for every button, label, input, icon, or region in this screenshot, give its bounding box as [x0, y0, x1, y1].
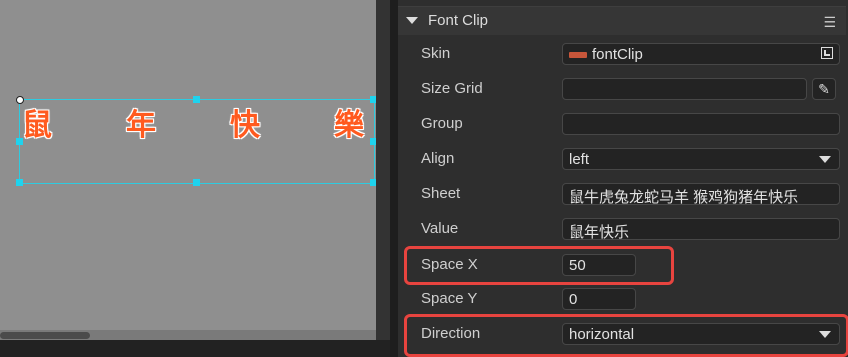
- direction-label: Direction: [421, 325, 481, 342]
- sheet-input[interactable]: 鼠牛虎兔龙蛇马羊 猴鸡狗猪年快乐: [562, 183, 840, 205]
- resize-handle-top[interactable]: [193, 96, 200, 103]
- pivot-point[interactable]: [16, 96, 24, 104]
- direction-dropdown[interactable]: horizontal: [562, 323, 840, 345]
- section-title: Font Clip: [428, 12, 489, 29]
- resize-handle-bottom-left[interactable]: [16, 179, 23, 186]
- selection-box[interactable]: [19, 99, 375, 184]
- skin-value: fontClip: [592, 46, 643, 63]
- size-grid-input[interactable]: [562, 78, 807, 100]
- resize-handle-bottom[interactable]: [193, 179, 200, 186]
- space-y-label: Space Y: [421, 290, 478, 307]
- space-x-input[interactable]: 50: [562, 254, 636, 276]
- value-input[interactable]: 鼠年快乐: [562, 218, 840, 240]
- skin-field[interactable]: fontClip: [562, 43, 840, 65]
- value-label: Value: [421, 220, 459, 237]
- group-input[interactable]: [562, 113, 840, 135]
- menu-icon[interactable]: ☰: [823, 14, 836, 31]
- space-x-label: Space X: [421, 256, 478, 273]
- canvas-footer: [0, 340, 390, 357]
- sheet-label: Sheet: [421, 185, 461, 202]
- align-value: left: [569, 151, 590, 168]
- image-thumbnail-icon: [569, 52, 587, 59]
- design-canvas[interactable]: 鼠 年 快 樂: [0, 0, 377, 340]
- chevron-down-icon: [819, 331, 831, 338]
- brush-icon[interactable]: ✎: [812, 78, 836, 100]
- pick-resource-icon[interactable]: [821, 47, 833, 59]
- group-label: Group: [421, 115, 463, 132]
- skin-label: Skin: [421, 45, 451, 62]
- collapse-triangle-icon[interactable]: [406, 17, 418, 24]
- space-y-input[interactable]: 0: [562, 288, 636, 310]
- size-grid-label: Size Grid: [421, 80, 483, 97]
- chevron-down-icon: [819, 156, 831, 163]
- direction-value: horizontal: [569, 326, 635, 343]
- resize-handle-left[interactable]: [16, 138, 23, 145]
- align-label: Align: [421, 150, 455, 167]
- align-dropdown[interactable]: left: [562, 148, 840, 170]
- property-panel: Font Clip ☰ Skin fontClip Size Grid ✎ Gr…: [398, 0, 848, 357]
- canvas-vertical-scrollbar[interactable]: [376, 0, 390, 345]
- font-clip-section-header[interactable]: Font Clip ☰: [398, 6, 846, 35]
- horizontal-scrollbar-thumb[interactable]: [0, 332, 90, 339]
- panel-splitter[interactable]: [390, 0, 398, 357]
